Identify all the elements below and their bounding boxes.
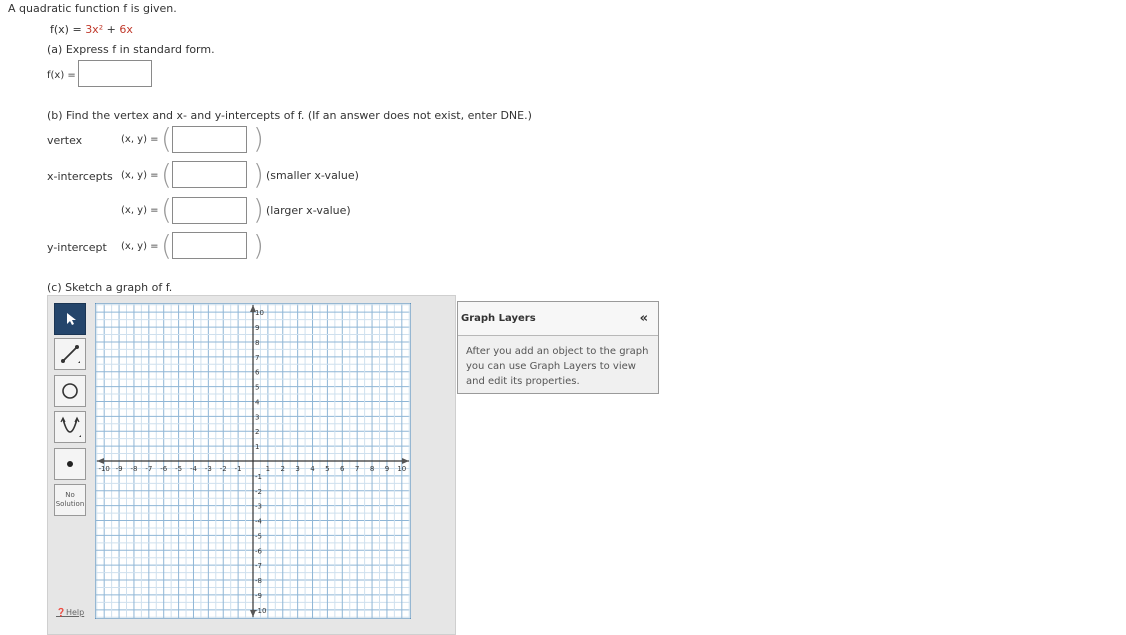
help-label: Help — [65, 608, 85, 617]
x-tick-label: -6 — [160, 465, 168, 473]
x-intercept-2-xy-label: (x, y) = — [121, 205, 159, 216]
select-tool-button[interactable] — [54, 303, 86, 335]
y-tick-label: -5 — [255, 532, 262, 540]
vertex-input[interactable] — [172, 126, 247, 153]
y-intercept-open-paren: ( — [161, 229, 172, 262]
part-c-prompt: (c) Sketch a graph of f. — [47, 281, 173, 294]
no-solution-label-line-1: No — [65, 491, 75, 499]
y-intercept-close-paren: ) — [253, 229, 264, 262]
y-tick-label: 7 — [255, 354, 259, 362]
x-tick-label: 3 — [295, 465, 299, 473]
y-tick-label: 2 — [255, 428, 259, 436]
y-intercept-xy-label: (x, y) = — [121, 241, 159, 252]
x-tick-label: 10 — [397, 465, 406, 473]
parabola-tool-button[interactable] — [54, 411, 86, 443]
y-tick-label: 4 — [255, 398, 260, 406]
parabola-icon — [60, 416, 81, 437]
graph-layers-help-text: After you add an object to the graph you… — [466, 346, 649, 387]
x-intercept-larger-input[interactable] — [172, 197, 247, 224]
x-intercept-1-open-paren: ( — [161, 158, 172, 191]
y-tick-label: -4 — [255, 518, 263, 526]
y-tick-label: -6 — [255, 547, 263, 555]
x-tick-label: 2 — [281, 465, 285, 473]
y-tick-label: -10 — [255, 607, 266, 615]
vertex-label: vertex — [47, 134, 83, 147]
function-plus: + — [103, 23, 120, 36]
graphing-tool-panel: No Solution ❓Help -10 -9 -8 -7 -6 -5 -4 -3 -2 -1 1… — [47, 295, 456, 635]
y-tick-label: 5 — [255, 384, 259, 392]
graph-layers-title: Graph Layers — [461, 313, 536, 324]
y-tick-label: 10 — [255, 309, 264, 317]
y-intercept-input[interactable] — [172, 232, 247, 259]
x-tick-label: 6 — [340, 465, 345, 473]
x-tick-label: 7 — [355, 465, 359, 473]
coordinate-grid[interactable]: -10 -9 -8 -7 -6 -5 -4 -3 -2 -1 1 2 3 4 5 6 7 8 9 10 10 9 8 7 6 5 4… — [95, 303, 411, 619]
y-tick-label: -7 — [255, 562, 262, 570]
y-tick-label: 6 — [255, 369, 260, 377]
graph-layers-panel: Graph Layers « After you add an object t… — [457, 301, 659, 394]
function-term-2: 6x — [119, 23, 133, 36]
x-tick-label: 8 — [370, 465, 374, 473]
x-tick-label: 5 — [325, 465, 329, 473]
point-icon — [67, 461, 73, 467]
no-solution-button[interactable]: No Solution — [54, 484, 86, 516]
x-tick-label: -5 — [175, 465, 182, 473]
y-intercept-label: y-intercept — [47, 241, 107, 254]
larger-x-note: (larger x-value) — [266, 204, 351, 217]
x-tick-label: -9 — [116, 465, 123, 473]
cursor-arrow-icon — [67, 313, 76, 325]
line-icon — [61, 345, 80, 363]
x-intercept-1-xy-label: (x, y) = — [121, 170, 159, 181]
standard-form-input[interactable] — [78, 60, 152, 87]
x-intercept-2-open-paren: ( — [161, 193, 172, 226]
function-definition: f(x) = 3x² + 6x — [50, 23, 133, 36]
problem-intro: A quadratic function f is given. — [8, 2, 177, 15]
y-tick-label: -3 — [255, 503, 262, 511]
y-tick-label: 1 — [255, 443, 259, 451]
function-term-1: 3x² — [85, 23, 104, 36]
x-tick-label: -2 — [220, 465, 227, 473]
y-tick-label: 8 — [255, 339, 259, 347]
vertex-close-paren: ) — [253, 122, 264, 155]
y-tick-label: -8 — [255, 577, 262, 585]
x-tick-label: -1 — [235, 465, 242, 473]
part-b-prompt: (b) Find the vertex and x- and y-interce… — [47, 109, 532, 122]
circle-icon — [62, 383, 78, 399]
y-tick-label: -2 — [255, 488, 262, 496]
vertex-xy-label: (x, y) = — [121, 134, 159, 145]
y-tick-label: -9 — [255, 592, 262, 600]
x-intercepts-label: x-intercepts — [47, 170, 113, 183]
y-tick-label: 3 — [255, 413, 259, 421]
help-link[interactable]: ❓Help — [56, 608, 84, 617]
standard-form-label: f(x) = — [47, 70, 76, 81]
function-lhs: f(x) = — [50, 23, 86, 36]
x-tick-label: 1 — [266, 465, 270, 473]
help-icon: ❓ — [56, 608, 66, 617]
x-tick-label: -3 — [205, 465, 212, 473]
collapse-chevron-icon[interactable]: « — [640, 311, 648, 326]
smaller-x-note: (smaller x-value) — [266, 169, 359, 182]
circle-tool-button[interactable] — [54, 375, 86, 407]
x-tick-label: -10 — [98, 465, 109, 473]
x-intercept-1-close-paren: ) — [253, 158, 264, 191]
y-tick-label: -1 — [255, 473, 262, 481]
x-intercept-2-close-paren: ) — [253, 193, 264, 226]
no-solution-label-line-2: Solution — [55, 500, 85, 508]
x-tick-label: 9 — [385, 465, 389, 473]
y-tick-label: 9 — [255, 324, 259, 332]
x-tick-label: -7 — [145, 465, 152, 473]
part-a-prompt: (a) Express f in standard form. — [47, 43, 215, 56]
x-tick-label: -4 — [190, 465, 198, 473]
graph-layers-header: Graph Layers « — [458, 302, 658, 336]
point-tool-button[interactable] — [54, 448, 86, 480]
x-tick-label: 4 — [310, 465, 315, 473]
line-tool-button[interactable] — [54, 338, 86, 370]
vertex-open-paren: ( — [161, 122, 172, 155]
x-intercept-smaller-input[interactable] — [172, 161, 247, 188]
x-tick-label: -8 — [130, 465, 137, 473]
